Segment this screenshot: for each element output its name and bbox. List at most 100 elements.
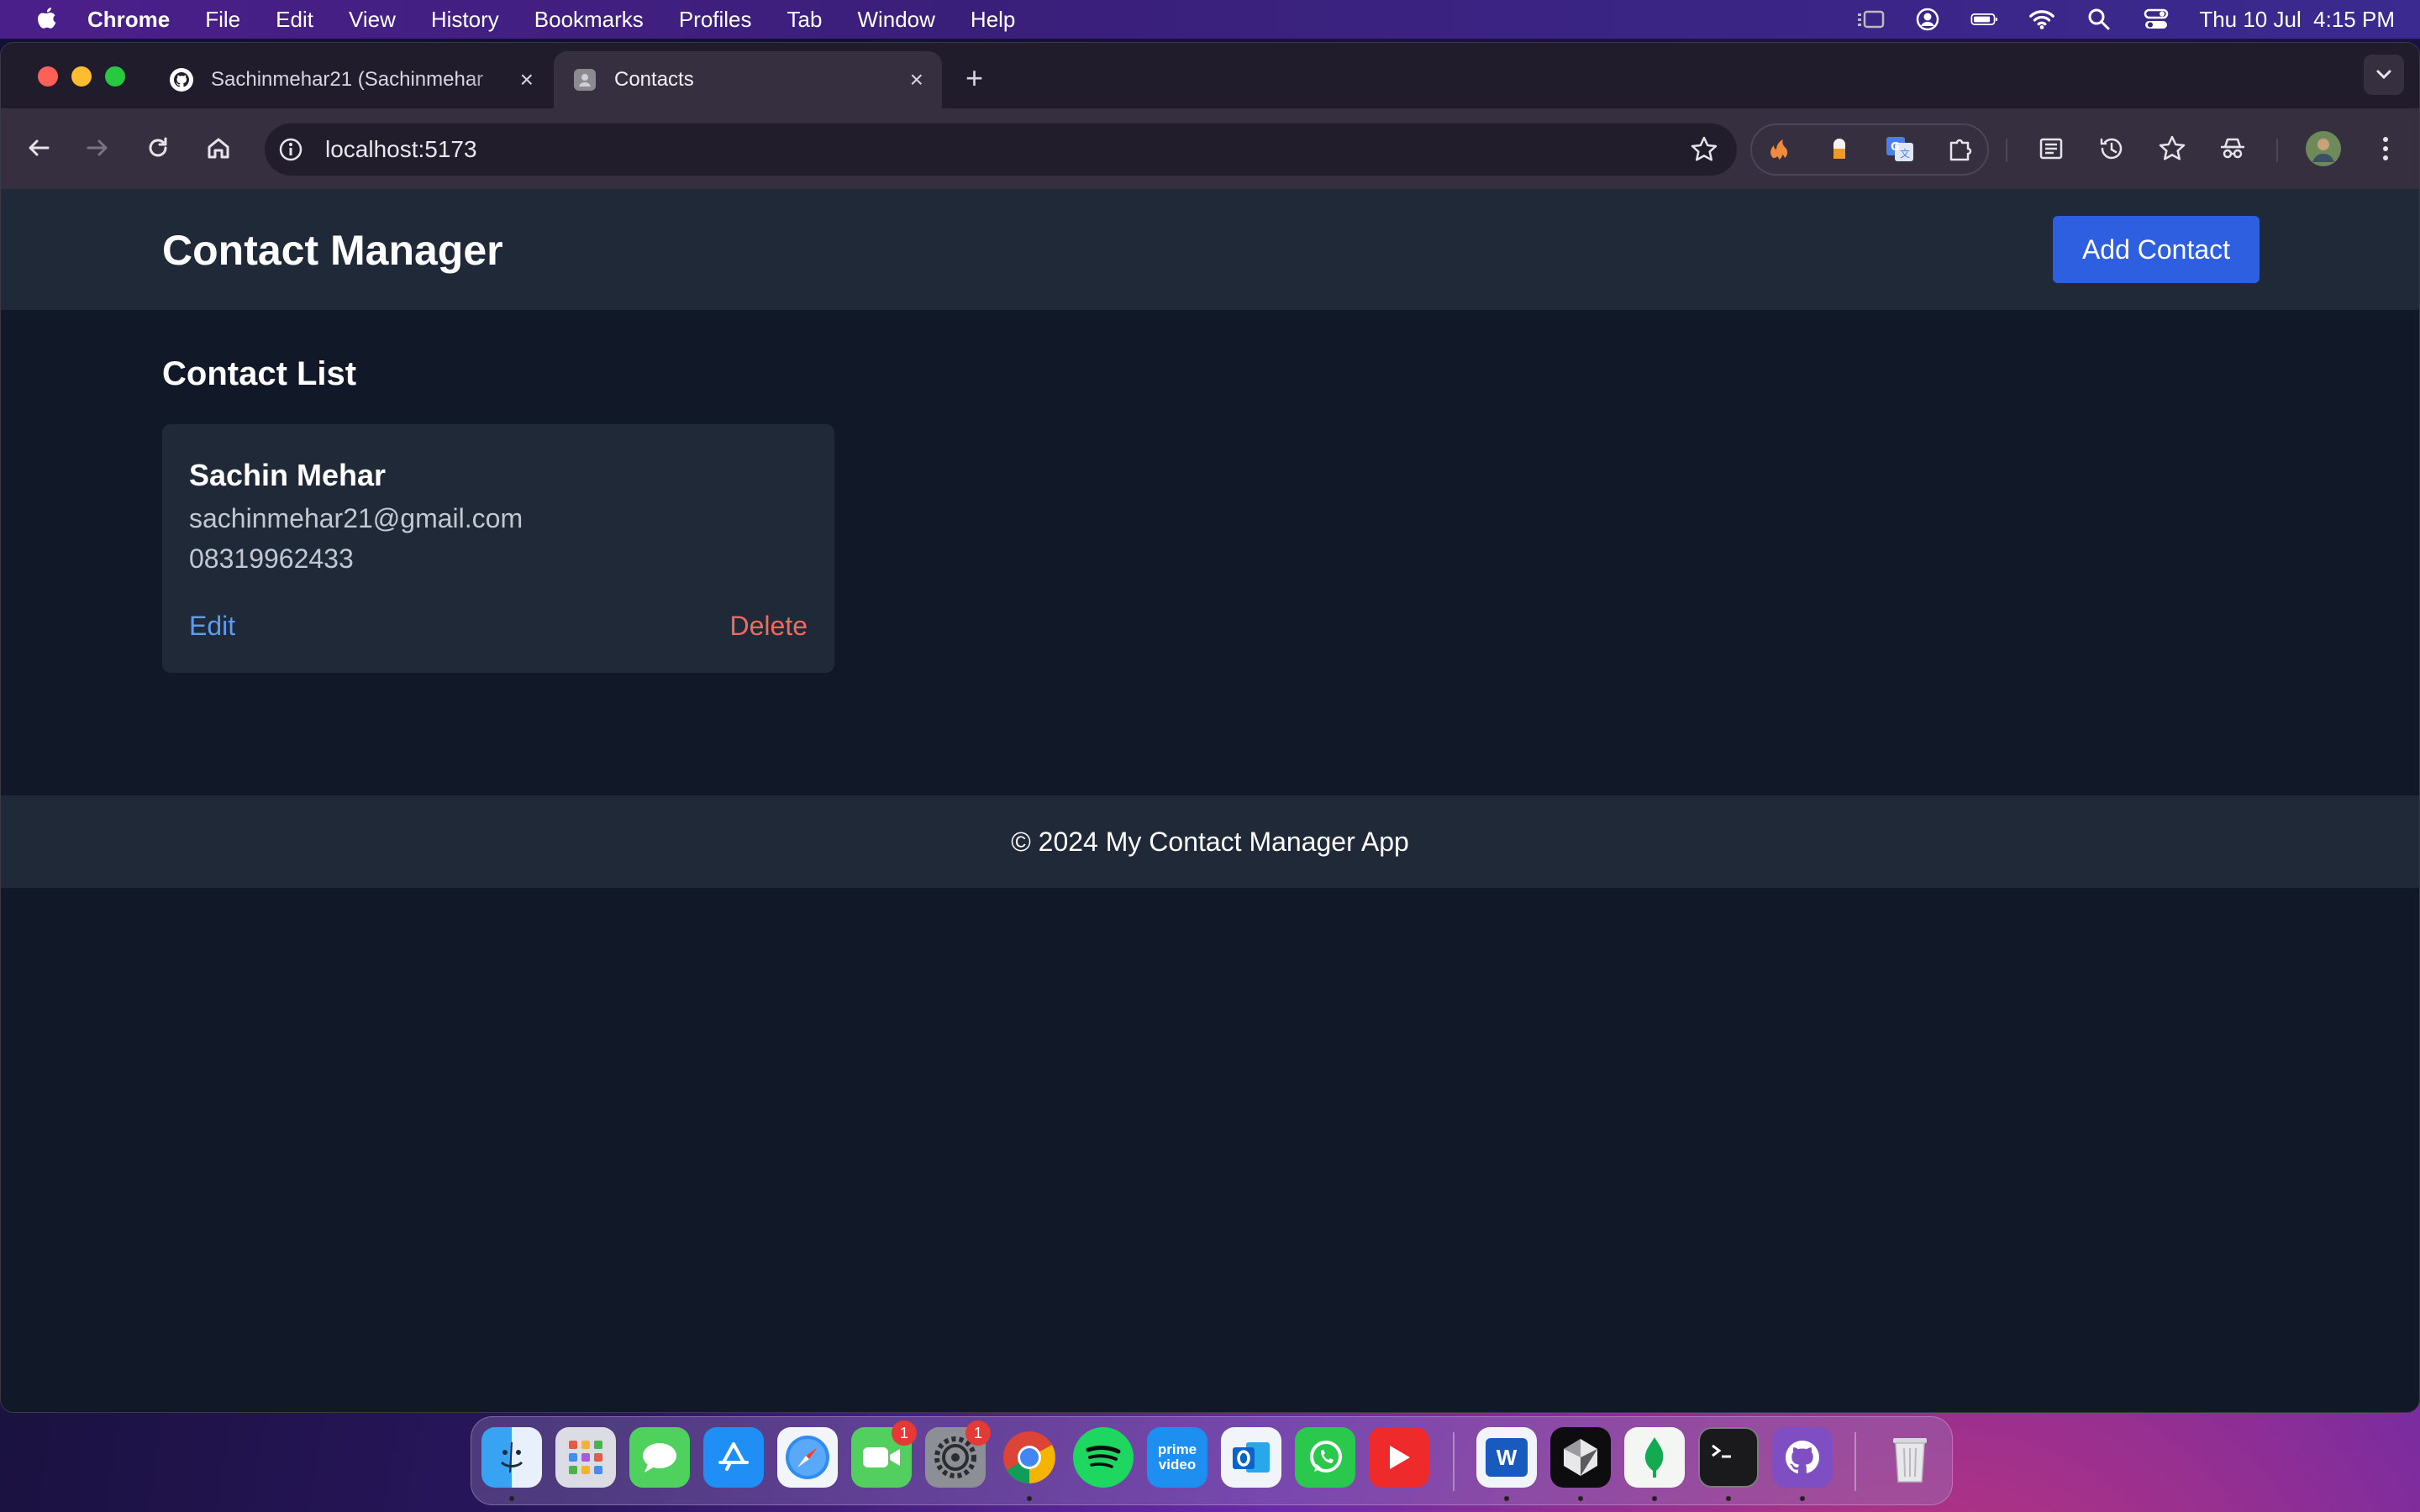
menu-window[interactable]: Window: [857, 7, 934, 33]
extensions-puzzle-icon[interactable]: [1944, 132, 1977, 165]
menu-view[interactable]: View: [349, 7, 396, 33]
extension-capsule-icon[interactable]: [1823, 132, 1856, 165]
menu-profiles[interactable]: Profiles: [679, 7, 752, 33]
page-footer: © 2024 My Contact Manager App: [1, 795, 2419, 888]
dock-messages-icon[interactable]: [629, 1427, 690, 1488]
web-page: Contact Manager Add Contact Contact List…: [1, 189, 2419, 1412]
menu-bar-clock[interactable]: Thu 10 Jul 4:15 PM: [2199, 7, 2395, 33]
menu-history[interactable]: History: [431, 7, 499, 33]
dock-terminal-icon[interactable]: [1698, 1427, 1759, 1488]
dock-trash-icon[interactable]: [1880, 1427, 1940, 1488]
contact-name: Sachin Mehar: [189, 458, 387, 492]
url-text[interactable]: localhost:5173: [325, 136, 477, 163]
delete-contact-button[interactable]: Delete: [730, 611, 808, 642]
dock-running-indicator: [1800, 1496, 1805, 1501]
add-contact-button[interactable]: Add Contact: [2053, 216, 2260, 283]
tab-close-icon[interactable]: ×: [520, 66, 534, 93]
dock-running-indicator: [1578, 1496, 1583, 1501]
dock-divider: [1854, 1432, 1856, 1491]
window-zoom-button[interactable]: [105, 66, 125, 87]
battery-icon[interactable]: [1970, 7, 1999, 32]
bookmark-star-icon[interactable]: [1690, 135, 1718, 164]
dock-word-icon[interactable]: W: [1476, 1427, 1537, 1488]
system-settings-badge: 1: [965, 1420, 991, 1446]
macos-menu-bar: Chrome File Edit View History Bookmarks …: [0, 0, 2420, 39]
menu-help[interactable]: Help: [971, 7, 1015, 33]
user-account-icon[interactable]: [1913, 7, 1942, 32]
word-label: W: [1496, 1444, 1518, 1470]
browser-toolbar: localhost:5173 G文: [1, 108, 2419, 190]
contact-email: sachinmehar21@gmail.com: [189, 503, 523, 533]
contact-list-heading: Contact List: [162, 355, 357, 392]
github-icon: [169, 67, 194, 92]
contact-phone: 08319962433: [189, 543, 354, 574]
dock-spotify-icon[interactable]: [1073, 1427, 1134, 1488]
dock-safari-icon[interactable]: [777, 1427, 838, 1488]
dock-running-indicator: [1027, 1496, 1032, 1501]
apple-menu-icon[interactable]: [34, 7, 59, 32]
google-translate-icon[interactable]: G文: [1883, 132, 1917, 165]
tab-contacts[interactable]: Contacts ×: [554, 51, 942, 108]
tab-strip: Sachinmehar21 (Sachinmehar × Contacts × …: [1, 43, 2419, 108]
home-icon[interactable]: [199, 129, 238, 167]
window-minimize-button[interactable]: [71, 66, 92, 87]
profile-avatar[interactable]: [2305, 130, 2342, 167]
tab-title: Contacts: [614, 68, 694, 91]
dock-divider: [1453, 1432, 1455, 1491]
dock-chrome-icon[interactable]: [999, 1427, 1060, 1488]
menu-bookmarks[interactable]: Bookmarks: [534, 7, 644, 33]
page-icon: [572, 67, 597, 92]
reading-list-icon[interactable]: [2034, 132, 2068, 165]
dock-running-indicator: [1726, 1496, 1731, 1501]
menu-edit[interactable]: Edit: [276, 7, 313, 33]
address-bar[interactable]: localhost:5173: [265, 123, 1737, 176]
dock-youtube-icon[interactable]: [1369, 1427, 1429, 1488]
bookmarks-icon[interactable]: [2155, 132, 2189, 165]
dock-cursor-icon[interactable]: [1550, 1427, 1611, 1488]
prime-video-label: prime video: [1157, 1441, 1197, 1473]
menu-file[interactable]: File: [205, 7, 240, 33]
extension-flame-icon[interactable]: [1762, 132, 1796, 165]
dock-running-indicator: [509, 1496, 514, 1501]
dock-mongodb-compass-icon[interactable]: [1624, 1427, 1685, 1488]
dock-finder-icon[interactable]: [481, 1427, 542, 1488]
tab-close-icon[interactable]: ×: [910, 66, 923, 93]
dock-whatsapp-icon[interactable]: [1295, 1427, 1355, 1488]
dock-prime-video-icon[interactable]: prime video: [1147, 1427, 1207, 1488]
dock-running-indicator: [1504, 1496, 1509, 1501]
stage-manager-icon[interactable]: [1856, 7, 1885, 32]
dock-github-desktop-icon[interactable]: [1772, 1427, 1833, 1488]
incognito-icon[interactable]: [2216, 132, 2249, 165]
chrome-window: Sachinmehar21 (Sachinmehar × Contacts × …: [0, 42, 2420, 1413]
tab-search-icon[interactable]: [2364, 55, 2404, 95]
spotlight-search-icon[interactable]: [2085, 7, 2113, 32]
tab-title: Sachinmehar21 (Sachinmehar: [211, 68, 484, 91]
site-info-icon[interactable]: [276, 135, 305, 164]
menu-tab[interactable]: Tab: [787, 7, 823, 33]
reload-icon[interactable]: [139, 129, 177, 167]
back-arrow-icon[interactable]: [19, 129, 58, 167]
control-center-icon[interactable]: [2142, 7, 2170, 32]
forward-arrow-icon[interactable]: [78, 129, 117, 167]
edit-contact-button[interactable]: Edit: [189, 611, 235, 642]
dock-running-indicator: [1652, 1496, 1657, 1501]
dock-app-store-icon[interactable]: [703, 1427, 764, 1488]
wifi-icon[interactable]: [2028, 7, 2056, 32]
menu-app-name[interactable]: Chrome: [87, 7, 170, 33]
tab-github[interactable]: Sachinmehar21 (Sachinmehar ×: [150, 51, 552, 108]
app-header: Contact Manager Add Contact: [1, 189, 2419, 310]
window-close-button[interactable]: [38, 66, 58, 87]
svg-text:G: G: [1891, 141, 1900, 154]
menu-bar-status-area: Thu 10 Jul 4:15 PM: [1856, 0, 2395, 39]
new-tab-icon[interactable]: +: [965, 63, 983, 93]
history-icon[interactable]: [2095, 132, 2128, 165]
dock-launchpad-icon[interactable]: [555, 1427, 616, 1488]
page-title: Contact Manager: [162, 227, 503, 274]
facetime-badge: 1: [892, 1420, 917, 1446]
svg-text:文: 文: [1900, 147, 1910, 160]
more-menu-icon[interactable]: [2369, 132, 2402, 165]
dock-outlook-icon[interactable]: [1221, 1427, 1281, 1488]
toolbar-divider: [2276, 139, 2278, 162]
toolbar-divider: [2006, 139, 2007, 162]
contact-card: Sachin Mehar sachinmehar21@gmail.com 083…: [162, 424, 834, 673]
